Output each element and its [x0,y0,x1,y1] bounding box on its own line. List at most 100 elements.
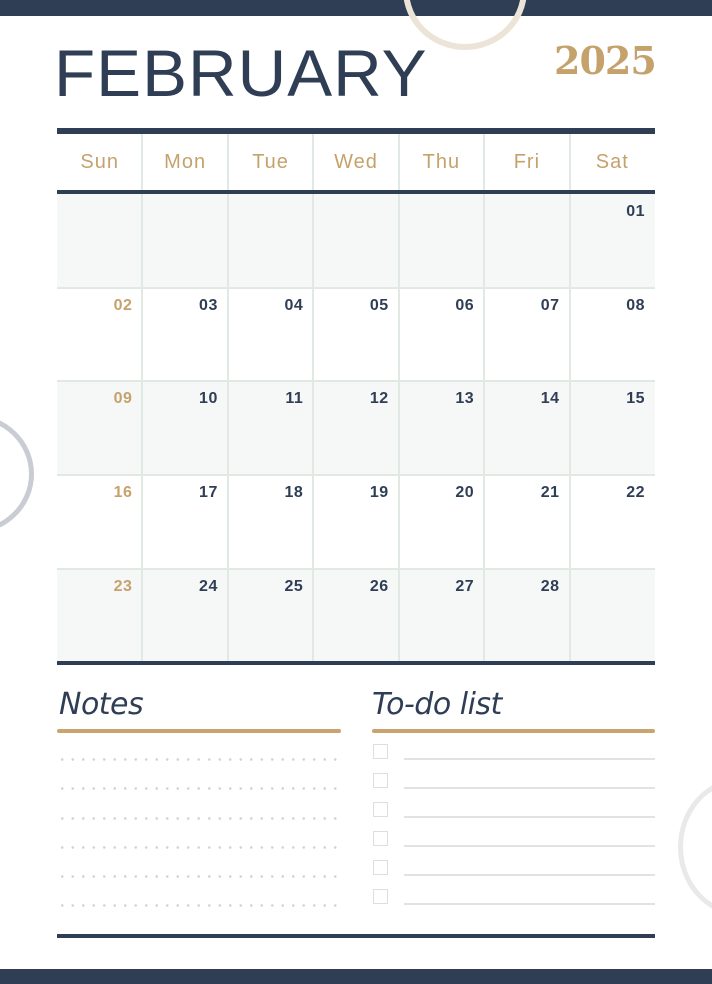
notes-title: Notes [59,687,144,722]
day-cell[interactable]: 10 [142,381,227,475]
day-cell[interactable]: 16 [57,475,142,569]
empty-day-cell[interactable] [57,194,142,288]
column-divider [141,134,144,661]
day-number: 17 [199,484,218,501]
day-cell[interactable]: 15 [570,381,655,475]
day-number: 10 [199,390,218,407]
day-number: 09 [113,390,133,407]
todo-checkbox[interactable] [373,744,388,759]
month-title: FEBRUARY [54,36,428,110]
week-row: 23 24 25 26 27 28 [57,569,655,661]
day-cell[interactable]: 12 [313,381,398,475]
day-cell[interactable]: 26 [313,569,398,661]
day-number: 23 [113,578,133,595]
notes-dotted-line[interactable] [57,846,341,849]
notes-dotted-line[interactable] [57,904,341,907]
row-divider [57,568,655,570]
day-cell[interactable]: 13 [399,381,484,475]
day-number: 15 [626,390,645,407]
day-number: 04 [284,297,304,314]
day-cell[interactable]: 24 [142,569,227,661]
todo-checkbox[interactable] [373,802,388,817]
day-cell[interactable]: 01 [570,194,655,288]
day-number: 24 [199,578,218,595]
empty-day-cell[interactable] [228,194,313,288]
day-number: 07 [540,297,560,314]
day-cell[interactable]: 03 [142,288,227,381]
day-number: 27 [455,578,475,595]
week-row: 02 03 04 05 06 07 08 [57,288,655,381]
day-number: 19 [369,484,389,501]
weekday-header-mon: Mon [164,150,207,173]
week-row: 09 10 11 12 13 14 15 [57,381,655,475]
day-cell[interactable]: 20 [399,475,484,569]
column-divider [483,134,486,661]
day-number: 05 [369,297,389,314]
grid-bottom-rule [57,661,655,665]
day-cell[interactable]: 09 [57,381,142,475]
empty-day-cell[interactable] [570,569,655,661]
todo-underline [372,729,655,733]
day-cell[interactable]: 14 [484,381,569,475]
day-cell[interactable]: 21 [484,475,569,569]
day-number: 11 [285,390,304,407]
weekday-header-sun: Sun [80,150,119,173]
notes-dotted-line[interactable] [57,875,341,878]
day-number: 22 [626,484,645,501]
day-number: 13 [455,390,475,407]
day-number: 18 [284,484,304,501]
empty-day-cell[interactable] [484,194,569,288]
weekday-header-sat: Sat [595,150,629,173]
day-cell[interactable]: 06 [399,288,484,381]
day-number: 28 [540,578,560,595]
day-cell[interactable]: 25 [228,569,313,661]
footer-rule [57,934,655,938]
day-number: 20 [455,484,475,501]
row-divider [57,474,655,476]
week-row: 01 [57,194,655,288]
day-cell[interactable]: 08 [570,288,655,381]
empty-day-cell[interactable] [142,194,227,288]
todo-checkbox[interactable] [373,831,388,846]
todo-title: To-do list [372,687,502,722]
weekday-header-wed: Wed [334,150,378,173]
day-cell[interactable]: 18 [228,475,313,569]
day-number: 03 [199,297,218,314]
todo-item-line[interactable] [404,874,655,876]
year-label: 2025 [554,38,657,83]
todo-item-line[interactable] [404,903,655,905]
todo-checkbox[interactable] [373,773,388,788]
weekday-header-tue: Tue [252,150,289,173]
todo-item-line[interactable] [404,845,655,847]
notes-underline [57,729,341,733]
empty-day-cell[interactable] [313,194,398,288]
day-cell[interactable]: 27 [399,569,484,661]
notes-dotted-line[interactable] [57,817,341,820]
empty-day-cell[interactable] [399,194,484,288]
day-number: 12 [369,390,389,407]
day-cell[interactable]: 22 [570,475,655,569]
todo-item-line[interactable] [404,758,655,760]
day-cell[interactable]: 17 [142,475,227,569]
day-cell[interactable]: 04 [228,288,313,381]
day-number: 26 [369,578,389,595]
day-cell[interactable]: 23 [57,569,142,661]
notes-dotted-line[interactable] [57,787,341,790]
day-cell[interactable]: 28 [484,569,569,661]
row-divider [57,380,655,382]
todo-item-line[interactable] [404,787,655,789]
day-number: 08 [626,297,645,314]
day-cell[interactable]: 05 [313,288,398,381]
day-cell[interactable]: 19 [313,475,398,569]
day-cell[interactable]: 07 [484,288,569,381]
todo-checkbox[interactable] [373,860,388,875]
day-cell[interactable]: 02 [57,288,142,381]
week-row: 16 17 18 19 20 21 22 [57,475,655,569]
column-divider [397,134,400,661]
todo-item-line[interactable] [404,816,655,818]
notes-dotted-line[interactable] [57,758,341,761]
column-divider [568,134,571,661]
todo-checkbox[interactable] [373,889,388,904]
weekday-header-thu: Thu [422,150,461,173]
day-cell[interactable]: 11 [228,381,313,475]
